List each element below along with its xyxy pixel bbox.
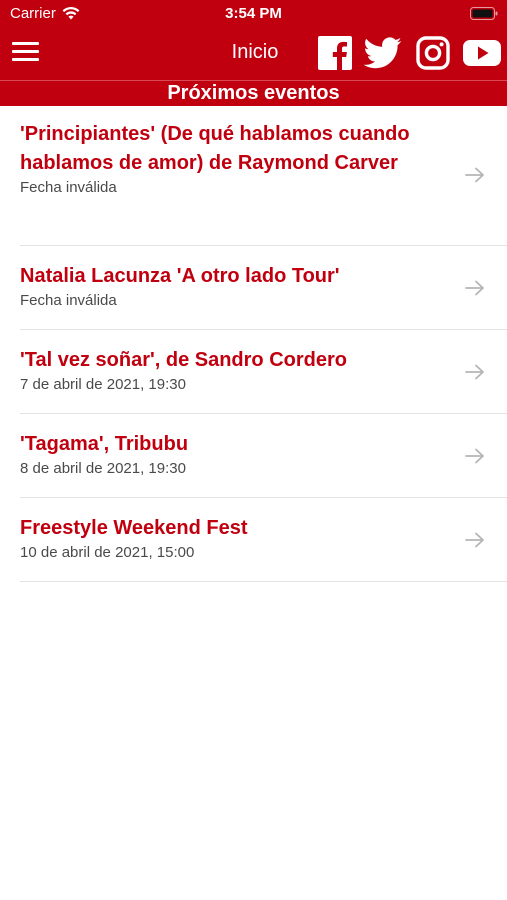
status-bar: Carrier 3:54 PM bbox=[0, 0, 507, 28]
event-date: Fecha inválida bbox=[20, 292, 117, 309]
event-item[interactable]: 'Principiantes' (De qué hablamos cuando … bbox=[20, 106, 507, 246]
event-title: 'Tagama', Tribubu bbox=[20, 433, 189, 455]
event-title: 'Principiantes' (De qué hablamos cuando … bbox=[20, 123, 410, 174]
arrow-right-icon bbox=[465, 532, 484, 548]
event-date: 10 de abril de 2021, 15:00 bbox=[20, 544, 195, 561]
arrow-right-icon bbox=[465, 364, 484, 380]
twitter-icon[interactable] bbox=[364, 36, 402, 70]
app-header: Carrier 3:54 PM Inicio bbox=[0, 0, 507, 80]
hamburger-menu-icon[interactable] bbox=[12, 42, 39, 62]
arrow-right-icon bbox=[465, 167, 484, 183]
arrow-right-icon bbox=[465, 448, 484, 464]
event-list: 'Principiantes' (De qué hablamos cuando … bbox=[20, 106, 507, 582]
facebook-icon[interactable] bbox=[318, 36, 352, 70]
event-date: 7 de abril de 2021, 19:30 bbox=[20, 376, 186, 393]
event-title: 'Tal vez soñar', de Sandro Cordero bbox=[20, 349, 347, 371]
event-item[interactable]: Natalia Lacunza 'A otro lado Tour' Fecha… bbox=[20, 246, 507, 330]
event-title: Natalia Lacunza 'A otro lado Tour' bbox=[20, 265, 340, 287]
navigation-bar: Inicio bbox=[0, 28, 507, 80]
arrow-right-icon bbox=[465, 280, 484, 296]
event-item[interactable]: Freestyle Weekend Fest 10 de abril de 20… bbox=[20, 498, 507, 582]
event-date: 8 de abril de 2021, 19:30 bbox=[20, 460, 186, 477]
status-time: 3:54 PM bbox=[225, 5, 282, 22]
event-item[interactable]: 'Tal vez soñar', de Sandro Cordero 7 de … bbox=[20, 330, 507, 414]
page-title: Inicio bbox=[231, 41, 279, 63]
youtube-icon[interactable] bbox=[462, 36, 502, 70]
instagram-icon[interactable] bbox=[416, 36, 450, 70]
event-date: Fecha inválida bbox=[20, 179, 117, 196]
section-title: Próximos eventos bbox=[0, 80, 507, 106]
battery-icon bbox=[470, 7, 498, 20]
event-item[interactable]: 'Tagama', Tribubu 8 de abril de 2021, 19… bbox=[20, 414, 507, 498]
event-title: Freestyle Weekend Fest bbox=[20, 517, 248, 539]
